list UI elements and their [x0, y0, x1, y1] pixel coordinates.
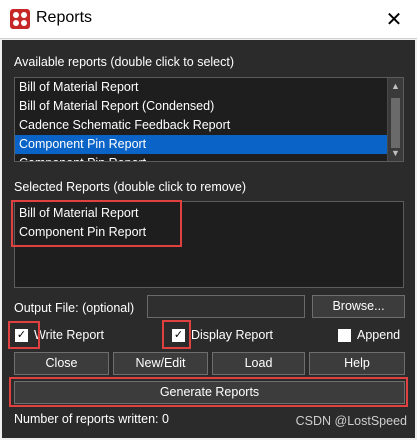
list-item[interactable]: Component Pin Report — [15, 154, 403, 161]
write-report-checkbox[interactable]: ✓ — [15, 329, 28, 342]
scroll-thumb[interactable] — [391, 98, 400, 148]
watermark-text: CSDN @LostSpeed — [295, 414, 407, 428]
output-file-label: Output File: (optional) — [14, 301, 135, 315]
new-edit-button[interactable]: New/Edit — [113, 352, 208, 375]
help-button[interactable]: Help — [309, 352, 405, 375]
reports-dialog: Reports ✕ Available reports (double clic… — [0, 0, 417, 440]
list-item[interactable]: Bill of Material Report — [15, 78, 403, 97]
append-checkbox[interactable] — [338, 329, 351, 342]
window-title: Reports — [36, 9, 93, 26]
browse-button[interactable]: Browse... — [312, 295, 405, 318]
scroll-up-icon[interactable]: ▲ — [388, 78, 403, 94]
close-button[interactable]: Close — [14, 352, 109, 375]
append-label: Append — [357, 328, 401, 342]
scroll-down-icon[interactable]: ▼ — [388, 145, 403, 161]
selected-reports-list[interactable]: Bill of Material Report Component Pin Rep… — [14, 201, 404, 288]
output-file-input[interactable] — [147, 295, 305, 318]
scrollbar[interactable]: ▲ ▼ — [387, 78, 403, 161]
load-button[interactable]: Load — [212, 352, 305, 375]
display-report-label: Display Report — [191, 328, 273, 342]
write-report-label: Write Report — [34, 328, 104, 342]
generate-reports-button[interactable]: Generate Reports — [14, 381, 405, 404]
reports-written-status: Number of reports written: 0 — [14, 412, 169, 426]
close-icon[interactable]: ✕ — [371, 0, 417, 39]
available-reports-list[interactable]: Bill of Material Report Bill of Material … — [14, 77, 404, 162]
list-item[interactable]: Bill of Material Report — [15, 204, 403, 223]
list-item[interactable]: Component Pin Report — [15, 135, 403, 154]
available-reports-label: Available reports (double click to selec… — [14, 55, 235, 69]
dialog-body: Available reports (double click to selec… — [2, 40, 415, 438]
app-logo-icon — [10, 9, 30, 29]
title-bar: Reports ✕ — [0, 0, 417, 39]
display-report-checkbox[interactable]: ✓ — [172, 329, 185, 342]
list-item[interactable]: Bill of Material Report (Condensed) — [15, 97, 403, 116]
list-item[interactable]: Cadence Schematic Feedback Report — [15, 116, 403, 135]
list-item[interactable]: Component Pin Report — [15, 223, 403, 242]
selected-reports-label: Selected Reports (double click to remove… — [14, 180, 247, 194]
